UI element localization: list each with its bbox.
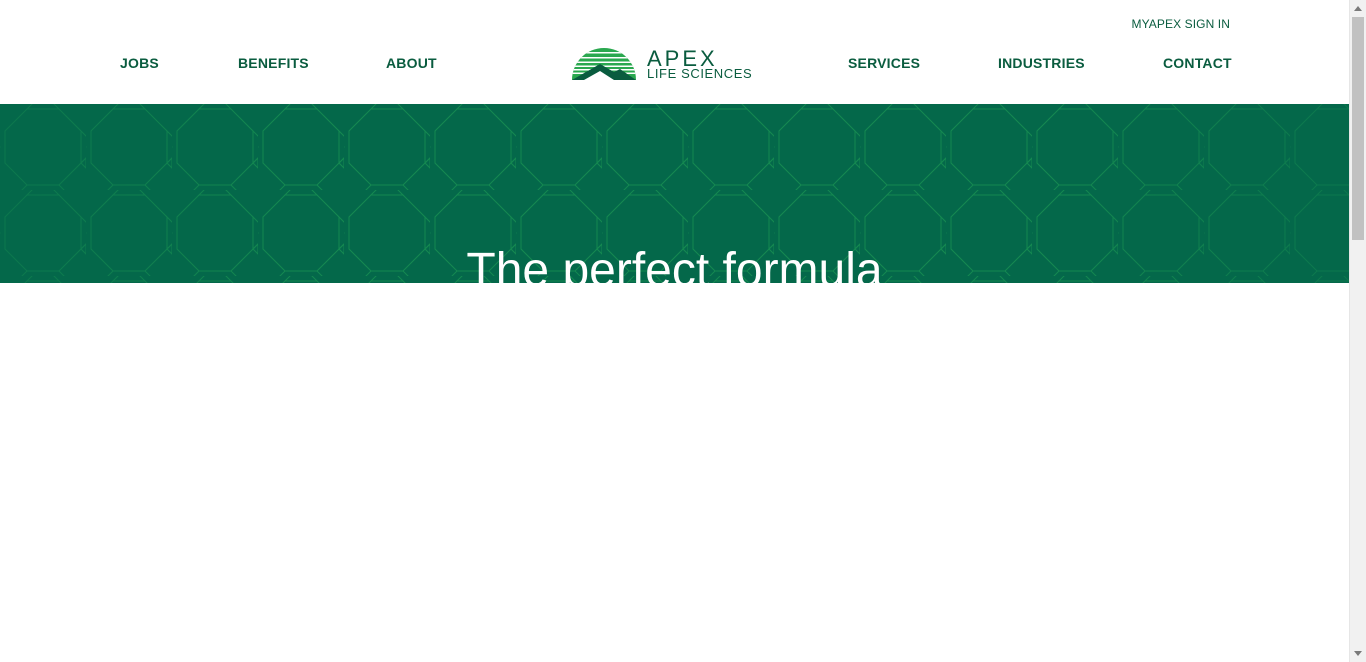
page: MYAPEX SIGN IN JOBS BENEFITS ABOUT APEX … <box>0 0 1349 662</box>
hero-banner: The perfect formula <box>0 104 1349 283</box>
scroll-down-arrow-icon[interactable] <box>1354 651 1362 656</box>
vertical-scrollbar[interactable] <box>1349 0 1366 662</box>
nav-item-services[interactable]: SERVICES <box>848 55 920 71</box>
scroll-up-arrow-icon[interactable] <box>1354 6 1362 11</box>
nav-item-industries[interactable]: INDUSTRIES <box>998 55 1085 71</box>
nav-item-benefits[interactable]: BENEFITS <box>238 55 309 71</box>
nav-item-about[interactable]: ABOUT <box>386 55 437 71</box>
site-header: MYAPEX SIGN IN JOBS BENEFITS ABOUT APEX … <box>0 0 1349 104</box>
myapex-sign-in-link[interactable]: MYAPEX SIGN IN <box>1131 17 1230 31</box>
nav-item-contact[interactable]: CONTACT <box>1163 55 1232 71</box>
apex-logo-link[interactable]: APEX LIFE SCIENCES <box>570 44 782 82</box>
apex-logo-icon <box>572 48 636 80</box>
nav-item-jobs[interactable]: JOBS <box>120 55 159 71</box>
scrollbar-thumb[interactable] <box>1352 17 1364 240</box>
logo-subtitle: LIFE SCIENCES <box>647 66 753 81</box>
hero-title: The perfect formula <box>466 244 883 284</box>
